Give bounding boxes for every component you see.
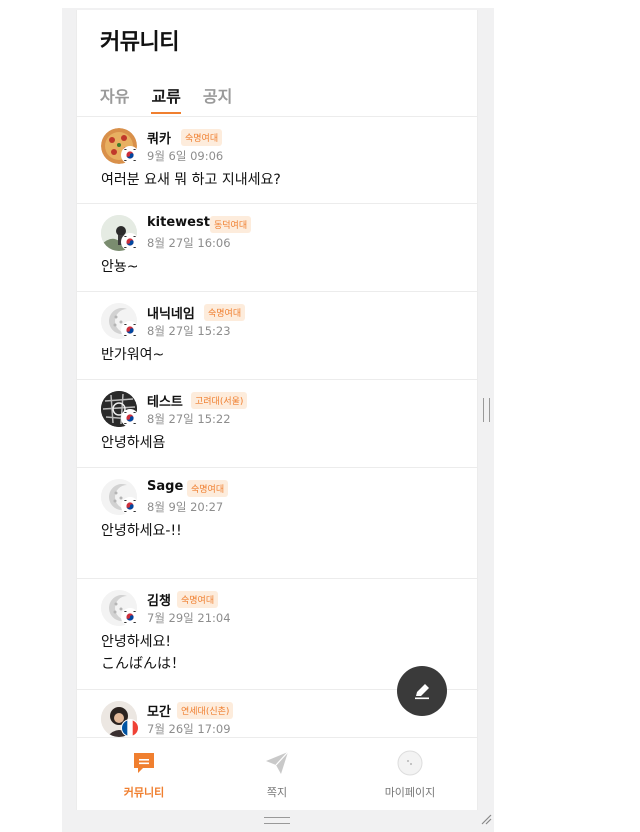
- korea-flag-icon: [121, 146, 139, 164]
- vertical-resize-handle[interactable]: [483, 398, 490, 422]
- post-line: こんばんは！: [101, 656, 185, 672]
- post-line: 여러분 요새 뭐 하고 지내세요?: [101, 172, 281, 188]
- nav-label: 마이페이지: [384, 786, 436, 799]
- school-badge: 숙명여대: [204, 304, 246, 321]
- bottom-nav: 커뮤니티 쪽지 마이페이지: [77, 737, 477, 810]
- post-line: 반가워여~: [101, 347, 165, 363]
- resize-corner-icon[interactable]: [480, 813, 492, 825]
- post-time: 9월 6일 09:06: [147, 149, 224, 163]
- post-time: 8월 27일 16:06: [147, 236, 231, 250]
- page-title: 커뮤니티: [100, 30, 179, 55]
- author-name: 모간: [147, 705, 171, 720]
- korea-flag-icon: [121, 233, 139, 251]
- profile-icon: [397, 750, 423, 776]
- post-time: 8월 9일 20:27: [147, 500, 224, 514]
- post-time: 8월 27일 15:22: [147, 412, 231, 426]
- post-content: 안뇽~: [101, 256, 139, 278]
- korea-flag-icon: [121, 497, 139, 515]
- author-name: 테스트: [147, 395, 183, 410]
- tab-bar: 자유 교류 공지: [100, 83, 232, 114]
- korea-flag-icon: [121, 409, 139, 427]
- post-item[interactable]: Sage 숙명여대 8월 9일 20:27 안녕하세요-!!: [77, 468, 477, 579]
- author-name: 쿼카: [147, 132, 171, 147]
- school-badge: 숙명여대: [187, 480, 229, 497]
- tab-notice[interactable]: 공지: [203, 83, 232, 114]
- school-badge: 고려대(서울): [191, 392, 248, 409]
- author-name: 내닉네임: [147, 307, 195, 322]
- school-badge: 동덕여대: [210, 216, 252, 233]
- nav-community[interactable]: 커뮤니티: [94, 750, 194, 800]
- post-item[interactable]: 쿼카 숙명여대 9월 6일 09:06 여러분 요새 뭐 하고 지내세요?: [77, 117, 477, 204]
- school-badge: 연세대(신촌): [177, 702, 234, 719]
- post-content: 안녕하세요! こんばんは！: [101, 631, 185, 675]
- author-name: kitewest: [147, 215, 210, 230]
- tab-free[interactable]: 자유: [100, 83, 129, 114]
- post-content: 여러분 요새 뭐 하고 지내세요?: [101, 169, 281, 191]
- korea-flag-icon: [121, 321, 139, 339]
- post-line: 안녕하세욤: [101, 435, 166, 451]
- nav-messages[interactable]: 쪽지: [227, 750, 327, 800]
- author-name: Sage: [147, 479, 184, 494]
- post-line: 안녕하세요!: [101, 634, 172, 650]
- korea-flag-icon: [121, 608, 139, 626]
- post-content: 안녕하세욤: [101, 432, 165, 454]
- horizontal-resize-handle[interactable]: [264, 817, 290, 824]
- chat-icon: [134, 753, 154, 773]
- france-flag-icon: [121, 719, 139, 737]
- author-name: 김챙: [147, 594, 171, 609]
- post-time: 7월 29일 21:04: [147, 611, 231, 625]
- post-time: 8월 27일 15:23: [147, 324, 231, 338]
- post-line: 안뇽~: [101, 259, 139, 275]
- pencil-icon: [415, 684, 429, 700]
- school-badge: 숙명여대: [181, 129, 223, 146]
- header: 커뮤니티 자유 교류 공지: [77, 10, 477, 117]
- post-item[interactable]: 내닉네임 숙명여대 8월 27일 15:23 반가워여~: [77, 292, 477, 380]
- post-feed: 쿼카 숙명여대 9월 6일 09:06 여러분 요새 뭐 하고 지내세요? ki…: [77, 117, 477, 737]
- post-content: 반가워여~: [101, 344, 164, 366]
- post-content: 안녕하세요-!!: [101, 520, 182, 542]
- post-item[interactable]: kitewest 동덕여대 8월 27일 16:06 안뇽~: [77, 204, 477, 292]
- nav-label: 쪽지: [266, 786, 288, 799]
- nav-label: 커뮤니티: [123, 786, 165, 799]
- post-item[interactable]: 테스트 고려대(서울) 8월 27일 15:22 안녕하세욤: [77, 380, 477, 468]
- send-icon: [266, 751, 289, 774]
- school-badge: 숙명여대: [177, 591, 219, 608]
- tab-exchange[interactable]: 교류: [151, 83, 182, 114]
- post-time: 7월 26일 17:09: [147, 722, 231, 736]
- post-line: 안녕하세요-!!: [101, 523, 182, 539]
- write-post-button[interactable]: [397, 666, 447, 716]
- nav-mypage[interactable]: 마이페이지: [360, 750, 460, 800]
- app-screen: 커뮤니티 자유 교류 공지 쿼카 숙명여대 9월 6일 09:06 여러분 요새…: [76, 10, 478, 810]
